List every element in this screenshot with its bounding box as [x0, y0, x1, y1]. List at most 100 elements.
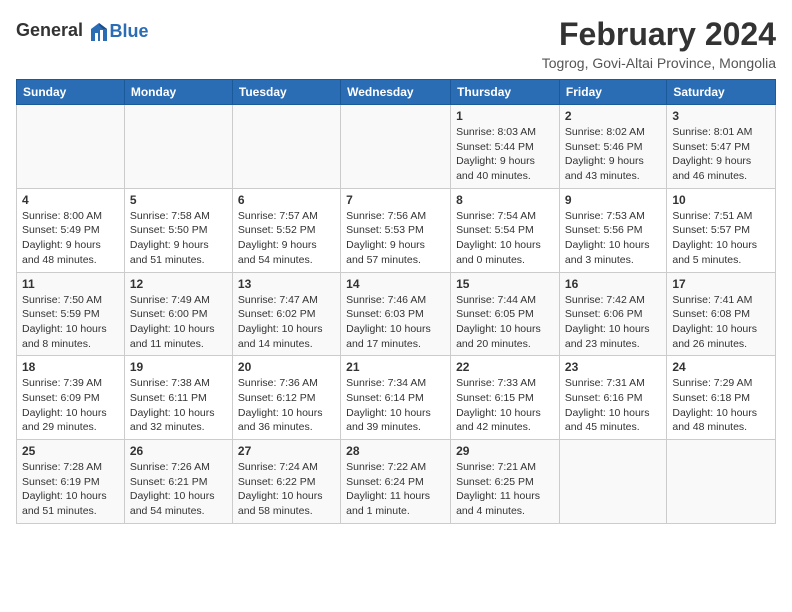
day-info: Sunrise: 7:49 AMSunset: 6:00 PMDaylight:…	[130, 293, 227, 352]
calendar-table: SundayMondayTuesdayWednesdayThursdayFrid…	[16, 79, 776, 524]
day-info: Sunrise: 7:39 AMSunset: 6:09 PMDaylight:…	[22, 376, 119, 435]
calendar-week-row: 18 Sunrise: 7:39 AMSunset: 6:09 PMDayligh…	[17, 356, 776, 440]
day-number: 14	[346, 277, 445, 291]
day-number: 9	[565, 193, 661, 207]
calendar-cell: 16 Sunrise: 7:42 AMSunset: 6:06 PMDayligh…	[559, 272, 666, 356]
day-number: 7	[346, 193, 445, 207]
day-number: 20	[238, 360, 335, 374]
logo-blue: Blue	[110, 21, 149, 41]
calendar-cell: 22Sunrise: 7:33 AMSunset: 6:15 PMDayligh…	[451, 356, 560, 440]
calendar-cell: 15Sunrise: 7:44 AMSunset: 6:05 PMDayligh…	[451, 272, 560, 356]
day-number: 13	[238, 277, 335, 291]
day-info: Sunrise: 7:54 AMSunset: 5:54 PMDaylight:…	[456, 209, 554, 268]
calendar-cell: 24Sunrise: 7:29 AMSunset: 6:18 PMDayligh…	[667, 356, 776, 440]
calendar-cell	[667, 440, 776, 524]
day-number: 26	[130, 444, 227, 458]
calendar-cell	[232, 105, 340, 189]
calendar-cell: 9 Sunrise: 7:53 AMSunset: 5:56 PMDaylight…	[559, 188, 666, 272]
calendar-cell: 28 Sunrise: 7:22 AMSunset: 6:24 PMDayligh…	[341, 440, 451, 524]
calendar-week-row: 11 Sunrise: 7:50 AMSunset: 5:59 PMDayligh…	[17, 272, 776, 356]
day-number: 11	[22, 277, 119, 291]
calendar-cell: 8 Sunrise: 7:54 AMSunset: 5:54 PMDaylight…	[451, 188, 560, 272]
calendar-cell	[17, 105, 125, 189]
day-info: Sunrise: 7:28 AMSunset: 6:19 PMDaylight:…	[22, 460, 119, 519]
calendar-cell: 29 Sunrise: 7:21 AMSunset: 6:25 PMDayligh…	[451, 440, 560, 524]
day-number: 6	[238, 193, 335, 207]
day-info: Sunrise: 8:02 AMSunset: 5:46 PMDaylight:…	[565, 125, 661, 184]
day-number: 27	[238, 444, 335, 458]
calendar-cell: 18 Sunrise: 7:39 AMSunset: 6:09 PMDayligh…	[17, 356, 125, 440]
day-info: Sunrise: 7:50 AMSunset: 5:59 PMDaylight:…	[22, 293, 119, 352]
day-number: 22	[456, 360, 554, 374]
title-block: February 2024 Togrog, Govi-Altai Provinc…	[542, 16, 776, 71]
weekday-header-saturday: Saturday	[667, 80, 776, 105]
calendar-week-row: 25 Sunrise: 7:28 AMSunset: 6:19 PMDayligh…	[17, 440, 776, 524]
day-number: 8	[456, 193, 554, 207]
calendar-week-row: 1Sunrise: 8:03 AMSunset: 5:44 PMDaylight…	[17, 105, 776, 189]
calendar-cell: 25 Sunrise: 7:28 AMSunset: 6:19 PMDayligh…	[17, 440, 125, 524]
calendar-cell: 11 Sunrise: 7:50 AMSunset: 5:59 PMDayligh…	[17, 272, 125, 356]
calendar-cell: 14 Sunrise: 7:46 AMSunset: 6:03 PMDayligh…	[341, 272, 451, 356]
calendar-cell: 23 Sunrise: 7:31 AMSunset: 6:16 PMDayligh…	[559, 356, 666, 440]
day-number: 10	[672, 193, 770, 207]
calendar-cell: 1Sunrise: 8:03 AMSunset: 5:44 PMDaylight…	[451, 105, 560, 189]
calendar-cell: 21 Sunrise: 7:34 AMSunset: 6:14 PMDayligh…	[341, 356, 451, 440]
calendar-cell: 17Sunrise: 7:41 AMSunset: 6:08 PMDayligh…	[667, 272, 776, 356]
calendar-cell: 2 Sunrise: 8:02 AMSunset: 5:46 PMDaylight…	[559, 105, 666, 189]
day-number: 16	[565, 277, 661, 291]
day-info: Sunrise: 7:51 AMSunset: 5:57 PMDaylight:…	[672, 209, 770, 268]
day-info: Sunrise: 7:47 AMSunset: 6:02 PMDaylight:…	[238, 293, 335, 352]
day-number: 18	[22, 360, 119, 374]
calendar-cell: 7 Sunrise: 7:56 AMSunset: 5:53 PMDaylight…	[341, 188, 451, 272]
day-info: Sunrise: 7:42 AMSunset: 6:06 PMDaylight:…	[565, 293, 661, 352]
day-info: Sunrise: 7:58 AMSunset: 5:50 PMDaylight:…	[130, 209, 227, 268]
calendar-cell: 20 Sunrise: 7:36 AMSunset: 6:12 PMDayligh…	[232, 356, 340, 440]
day-info: Sunrise: 7:46 AMSunset: 6:03 PMDaylight:…	[346, 293, 445, 352]
weekday-header-row: SundayMondayTuesdayWednesdayThursdayFrid…	[17, 80, 776, 105]
weekday-header-friday: Friday	[559, 80, 666, 105]
calendar-cell: 26 Sunrise: 7:26 AMSunset: 6:21 PMDayligh…	[124, 440, 232, 524]
weekday-header-sunday: Sunday	[17, 80, 125, 105]
day-info: Sunrise: 8:01 AMSunset: 5:47 PMDaylight:…	[672, 125, 770, 184]
day-number: 24	[672, 360, 770, 374]
day-number: 28	[346, 444, 445, 458]
day-number: 29	[456, 444, 554, 458]
day-info: Sunrise: 7:21 AMSunset: 6:25 PMDaylight:…	[456, 460, 554, 519]
day-number: 2	[565, 109, 661, 123]
day-number: 5	[130, 193, 227, 207]
day-info: Sunrise: 7:24 AMSunset: 6:22 PMDaylight:…	[238, 460, 335, 519]
day-info: Sunrise: 7:26 AMSunset: 6:21 PMDaylight:…	[130, 460, 227, 519]
page-header: General Blue February 2024 Togrog, Govi-…	[16, 16, 776, 71]
calendar-cell: 5 Sunrise: 7:58 AMSunset: 5:50 PMDaylight…	[124, 188, 232, 272]
day-number: 21	[346, 360, 445, 374]
day-info: Sunrise: 7:44 AMSunset: 6:05 PMDaylight:…	[456, 293, 554, 352]
weekday-header-monday: Monday	[124, 80, 232, 105]
day-number: 3	[672, 109, 770, 123]
day-info: Sunrise: 8:03 AMSunset: 5:44 PMDaylight:…	[456, 125, 554, 184]
day-info: Sunrise: 7:34 AMSunset: 6:14 PMDaylight:…	[346, 376, 445, 435]
day-number: 23	[565, 360, 661, 374]
calendar-week-row: 4 Sunrise: 8:00 AMSunset: 5:49 PMDaylight…	[17, 188, 776, 272]
day-info: Sunrise: 7:41 AMSunset: 6:08 PMDaylight:…	[672, 293, 770, 352]
day-info: Sunrise: 7:31 AMSunset: 6:16 PMDaylight:…	[565, 376, 661, 435]
day-info: Sunrise: 7:36 AMSunset: 6:12 PMDaylight:…	[238, 376, 335, 435]
calendar-cell: 3 Sunrise: 8:01 AMSunset: 5:47 PMDaylight…	[667, 105, 776, 189]
calendar-cell: 19Sunrise: 7:38 AMSunset: 6:11 PMDayligh…	[124, 356, 232, 440]
calendar-cell	[559, 440, 666, 524]
day-number: 12	[130, 277, 227, 291]
calendar-cell: 6 Sunrise: 7:57 AMSunset: 5:52 PMDaylight…	[232, 188, 340, 272]
day-info: Sunrise: 8:00 AMSunset: 5:49 PMDaylight:…	[22, 209, 119, 268]
subtitle: Togrog, Govi-Altai Province, Mongolia	[542, 55, 776, 71]
day-number: 4	[22, 193, 119, 207]
weekday-header-thursday: Thursday	[451, 80, 560, 105]
day-info: Sunrise: 7:22 AMSunset: 6:24 PMDaylight:…	[346, 460, 445, 519]
day-number: 25	[22, 444, 119, 458]
calendar-cell: 10 Sunrise: 7:51 AMSunset: 5:57 PMDayligh…	[667, 188, 776, 272]
logo: General Blue	[16, 20, 149, 43]
calendar-cell: 12 Sunrise: 7:49 AMSunset: 6:00 PMDayligh…	[124, 272, 232, 356]
day-info: Sunrise: 7:57 AMSunset: 5:52 PMDaylight:…	[238, 209, 335, 268]
calendar-cell	[124, 105, 232, 189]
day-info: Sunrise: 7:56 AMSunset: 5:53 PMDaylight:…	[346, 209, 445, 268]
day-info: Sunrise: 7:53 AMSunset: 5:56 PMDaylight:…	[565, 209, 661, 268]
day-number: 19	[130, 360, 227, 374]
